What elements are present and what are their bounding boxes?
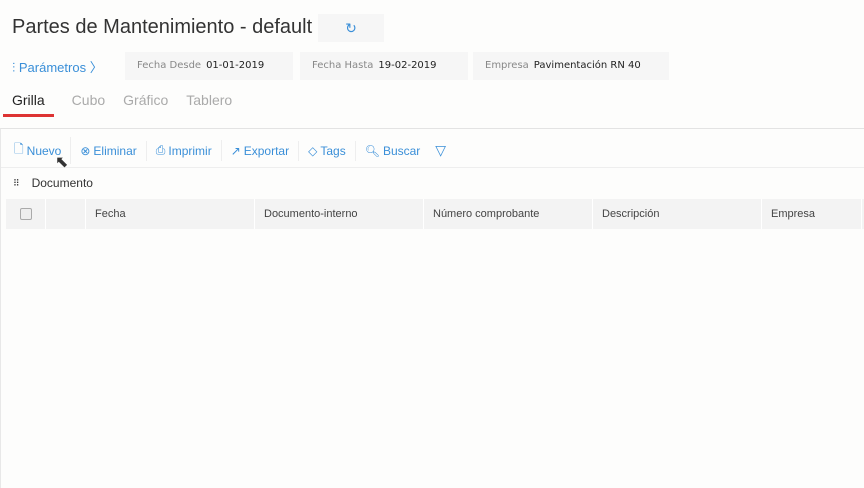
filter-value: Pavimentación RN 40 — [533, 60, 641, 71]
grid-header: Fecha Documento-interno Número comproban… — [6, 199, 864, 229]
tags-label: Tags — [320, 143, 346, 158]
parameters-bar: ⫶ Parámetros 〉 Fecha Desde 01-01-2019 Fec… — [0, 50, 864, 84]
blank-column — [46, 199, 86, 229]
refresh-icon: ↻ — [345, 20, 357, 36]
exportar-button[interactable]: ↗ Exportar — [228, 140, 300, 161]
search-icon: 🔍︎ — [364, 143, 380, 158]
column-header[interactable]: Empresa — [762, 199, 862, 229]
buscar-button[interactable]: 🔍︎ Buscar — [362, 141, 430, 161]
column-header[interactable]: Documento-interno — [255, 199, 424, 229]
filter-empresa[interactable]: Empresa Pavimentación RN 40 — [473, 52, 669, 80]
mouse-cursor-icon: ⬉ — [55, 154, 69, 171]
filter-value: 01-01-2019 — [206, 60, 265, 71]
filter-label: Empresa — [485, 60, 529, 71]
column-header[interactable]: Descripción — [593, 199, 762, 229]
page-title: Partes de Mantenimiento - default — [12, 16, 313, 38]
filter-icon[interactable]: ▽ — [435, 142, 446, 159]
tab-grafico[interactable]: Gráfico — [123, 90, 168, 117]
parameters-label: Parámetros — [18, 60, 87, 75]
delete-circle-icon: ⊗ — [80, 143, 91, 158]
column-header[interactable]: Número comprobante — [424, 199, 593, 229]
filter-fecha-desde[interactable]: Fecha Desde 01-01-2019 — [125, 52, 293, 80]
tag-icon: ◇ — [308, 143, 318, 158]
sliders-icon: ⫶ — [12, 60, 16, 75]
toolbar: 🗋 Nuevo ⊗ Eliminar ⎙ Imprimir ↗ Exportar ◇ Ta… — [11, 137, 446, 164]
filter-value: 19-02-2019 — [378, 60, 437, 71]
external-link-icon: ↗ — [230, 143, 241, 158]
tab-tablero[interactable]: Tablero — [186, 90, 232, 117]
grid-icon: ⠿ — [13, 177, 20, 188]
new-file-icon: 🗋 — [14, 142, 24, 156]
filter-label: Fecha Desde — [137, 60, 202, 71]
filter-label: Fecha Hasta — [312, 60, 374, 71]
tags-button[interactable]: ◇ Tags — [305, 140, 356, 161]
eliminar-label: Eliminar — [93, 143, 137, 158]
column-header[interactable]: Fecha — [86, 199, 255, 229]
eliminar-button[interactable]: ⊗ Eliminar — [77, 140, 147, 161]
buscar-label: Buscar — [382, 143, 421, 158]
grid-panel: 🗋 Nuevo ⊗ Eliminar ⎙ Imprimir ↗ Exportar ◇ Ta… — [0, 128, 864, 488]
group-label: Documento — [31, 176, 93, 190]
select-all-checkbox[interactable] — [20, 208, 32, 221]
tab-grilla[interactable]: Grilla — [3, 90, 54, 117]
print-icon: ⎙ — [155, 143, 166, 157]
tab-cubo[interactable]: Cubo — [72, 90, 105, 117]
select-all-cell — [6, 199, 46, 229]
exportar-label: Exportar — [243, 143, 290, 158]
group-header: ⠿ Documento — [13, 176, 93, 190]
parameters-link[interactable]: ⫶ Parámetros 〉 — [12, 57, 103, 76]
view-tabs: Grilla Cubo Gráfico Tablero — [3, 90, 232, 117]
divider — [1, 167, 864, 168]
imprimir-button[interactable]: ⎙ Imprimir — [153, 140, 222, 161]
refresh-button[interactable]: ↻ — [318, 14, 384, 42]
filter-fecha-hasta[interactable]: Fecha Hasta 19-02-2019 — [300, 52, 468, 80]
imprimir-label: Imprimir — [168, 143, 212, 158]
